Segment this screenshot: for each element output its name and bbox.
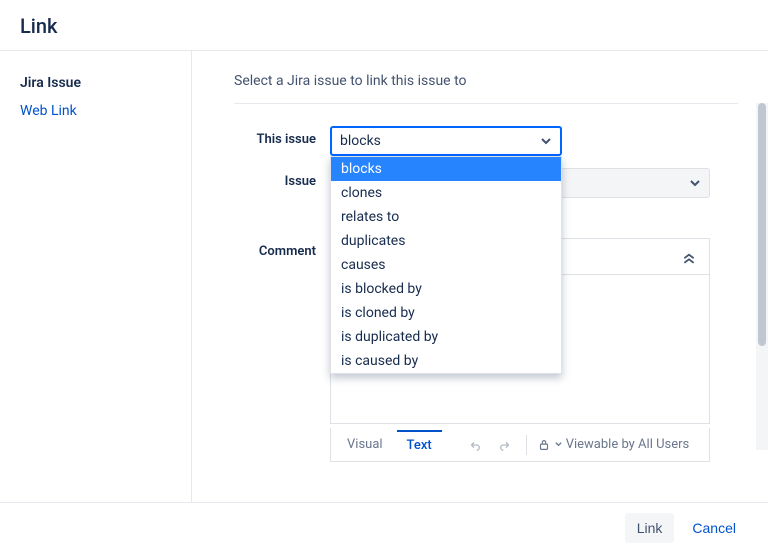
label-comment: Comment [234, 238, 330, 259]
visibility-control[interactable]: Viewable by All Users [537, 437, 690, 452]
option-clones[interactable]: clones [331, 181, 561, 205]
link-type-dropdown: blocks clones relates to duplicates caus… [330, 156, 562, 374]
sidebar-item-web-link[interactable]: Web Link [0, 97, 191, 125]
link-type-selected-value: blocks [340, 133, 381, 149]
label-issue: Issue [234, 168, 330, 189]
option-is-cloned-by[interactable]: is cloned by [331, 301, 561, 325]
main-panel: Select a Jira issue to link this issue t… [192, 51, 768, 502]
sidebar-item-jira-issue[interactable]: Jira Issue [0, 69, 191, 97]
visibility-label: Viewable by All Users [566, 437, 690, 452]
chevron-down-icon [540, 135, 552, 147]
divider [234, 103, 738, 104]
option-causes[interactable]: causes [331, 253, 561, 277]
link-type-select[interactable]: blocks [330, 126, 562, 156]
undo-icon [467, 438, 481, 452]
editor-footer: Visual Text [330, 428, 710, 462]
link-dialog: Link Jira Issue Web Link Select a Jira i… [0, 0, 768, 553]
caret-down-icon [555, 441, 562, 448]
sidebar: Jira Issue Web Link [0, 51, 192, 502]
chevron-double-up-icon [682, 250, 696, 264]
scrollbar[interactable] [756, 103, 768, 450]
chevron-down-icon [689, 177, 701, 189]
toolbar-collapse-button[interactable] [675, 243, 703, 271]
dialog-footer: Link Cancel [0, 502, 768, 553]
undo-button[interactable] [460, 431, 488, 459]
field-this-issue: blocks blocks clones relates to duplicat… [330, 126, 738, 156]
option-is-caused-by[interactable]: is caused by [331, 349, 561, 373]
cancel-button[interactable]: Cancel [680, 513, 748, 543]
row-this-issue: This issue blocks blocks clones relates … [234, 126, 738, 156]
redo-icon [499, 438, 513, 452]
tab-text[interactable]: Text [397, 430, 442, 459]
link-button[interactable]: Link [625, 513, 675, 543]
separator [526, 435, 527, 455]
dialog-title: Link [20, 14, 748, 38]
scrollbar-thumb[interactable] [758, 103, 766, 346]
tab-visual[interactable]: Visual [337, 431, 393, 458]
option-relates-to[interactable]: relates to [331, 205, 561, 229]
lock-icon [537, 438, 551, 452]
option-is-duplicated-by[interactable]: is duplicated by [331, 325, 561, 349]
instruction-text: Select a Jira issue to link this issue t… [234, 73, 738, 89]
option-is-blocked-by[interactable]: is blocked by [331, 277, 561, 301]
dialog-header: Link [0, 0, 768, 51]
option-blocks[interactable]: blocks [331, 157, 561, 181]
label-this-issue: This issue [234, 126, 330, 147]
option-duplicates[interactable]: duplicates [331, 229, 561, 253]
dialog-body: Jira Issue Web Link Select a Jira issue … [0, 51, 768, 502]
redo-button[interactable] [492, 431, 520, 459]
